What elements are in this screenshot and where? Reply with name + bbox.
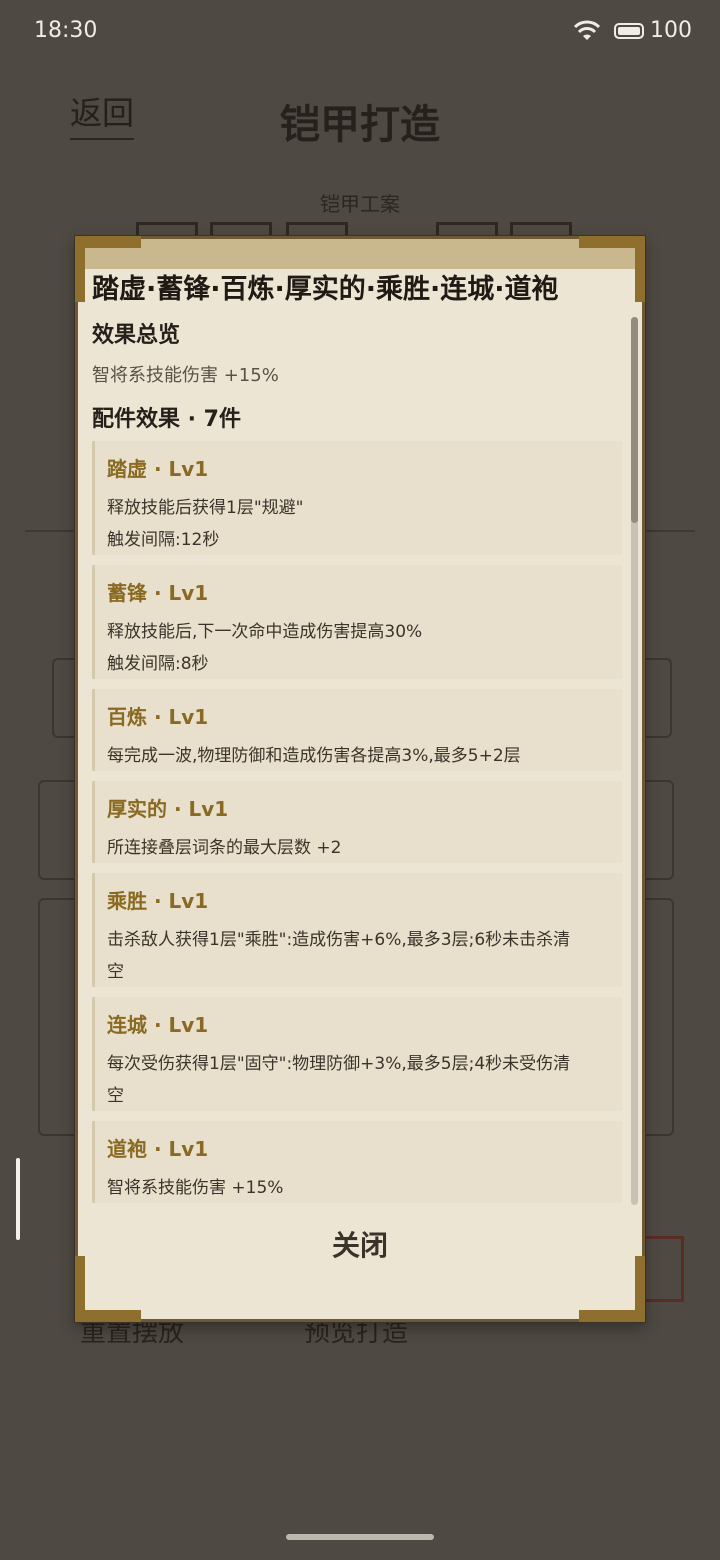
workbench-label: 铠甲工案 bbox=[320, 192, 400, 216]
corner-ornament bbox=[635, 1256, 645, 1322]
part-effect: 释放技能后获得1层"规避" bbox=[107, 498, 304, 518]
part-effect: 触发间隔:8秒 bbox=[107, 654, 209, 674]
part-effect: 触发间隔:12秒 bbox=[107, 530, 220, 550]
close-button[interactable]: 关闭 bbox=[78, 1224, 642, 1264]
edge-handle[interactable] bbox=[16, 1158, 20, 1240]
part-item: 百炼 · Lv1 每完成一波,物理防御和造成伤害各提高3%,最多5+2层 bbox=[92, 689, 622, 771]
part-name: 厚实的 · Lv1 bbox=[107, 797, 229, 821]
part-item: 乘胜 · Lv1 击杀敌人获得1层"乘胜":造成伤害+6%,最多3层;6秒未击杀… bbox=[92, 873, 622, 987]
battery-level: 100 bbox=[650, 18, 692, 43]
home-indicator[interactable] bbox=[286, 1534, 434, 1540]
corner-ornament bbox=[75, 236, 85, 302]
part-effect: 空 bbox=[107, 1086, 124, 1106]
battery-icon bbox=[614, 23, 644, 39]
status-time: 18:30 bbox=[34, 18, 98, 43]
part-item: 厚实的 · Lv1 所连接叠层词条的最大层数 +2 bbox=[92, 781, 622, 863]
part-item: 道袍 · Lv1 智将系技能伤害 +15% bbox=[92, 1121, 622, 1203]
status-bar: 18:30 100 bbox=[0, 0, 720, 62]
corner-ornament bbox=[75, 1256, 85, 1322]
summary-text: 智将系技能伤害 +15% bbox=[92, 365, 279, 386]
part-name: 连城 · Lv1 bbox=[107, 1013, 209, 1037]
modal-header-band bbox=[78, 239, 642, 269]
wifi-icon bbox=[574, 20, 600, 40]
page-title: 铠甲打造 bbox=[280, 102, 440, 148]
part-name: 踏虚 · Lv1 bbox=[107, 457, 209, 481]
part-effect: 每完成一波,物理防御和造成伤害各提高3%,最多5+2层 bbox=[107, 746, 521, 766]
part-effect: 释放技能后,下一次命中造成伤害提高30% bbox=[107, 622, 423, 642]
parts-header: 配件效果 · 7件 bbox=[92, 407, 241, 432]
scrollbar[interactable] bbox=[631, 317, 638, 1205]
part-effect: 空 bbox=[107, 962, 124, 982]
effects-modal: 踏虚·蓄锋·百炼·厚实的·乘胜·连城·道袍 效果总览 智将系技能伤害 +15% … bbox=[75, 236, 645, 1322]
part-item: 蓄锋 · Lv1 释放技能后,下一次命中造成伤害提高30% 触发间隔:8秒 bbox=[92, 565, 622, 679]
part-name: 蓄锋 · Lv1 bbox=[107, 581, 209, 605]
corner-ornament bbox=[635, 236, 645, 302]
part-effect: 每次受伤获得1层"固守":物理防御+3%,最多5层;4秒未受伤清 bbox=[107, 1054, 571, 1074]
part-name: 百炼 · Lv1 bbox=[107, 705, 209, 729]
part-name: 道袍 · Lv1 bbox=[107, 1137, 209, 1161]
part-item: 连城 · Lv1 每次受伤获得1层"固守":物理防御+3%,最多5层;4秒未受伤… bbox=[92, 997, 622, 1111]
summary-header: 效果总览 bbox=[92, 323, 181, 348]
part-effect: 所连接叠层词条的最大层数 +2 bbox=[107, 838, 342, 858]
part-item: 踏虚 · Lv1 释放技能后获得1层"规避" 触发间隔:12秒 bbox=[92, 441, 622, 555]
modal-title: 踏虚·蓄锋·百炼·厚实的·乘胜·连城·道袍 bbox=[92, 274, 559, 305]
part-name: 乘胜 · Lv1 bbox=[107, 889, 209, 913]
part-effect: 击杀敌人获得1层"乘胜":造成伤害+6%,最多3层;6秒未击杀清 bbox=[107, 930, 571, 950]
part-effect: 智将系技能伤害 +15% bbox=[107, 1178, 284, 1198]
scrollbar-thumb[interactable] bbox=[631, 317, 638, 523]
